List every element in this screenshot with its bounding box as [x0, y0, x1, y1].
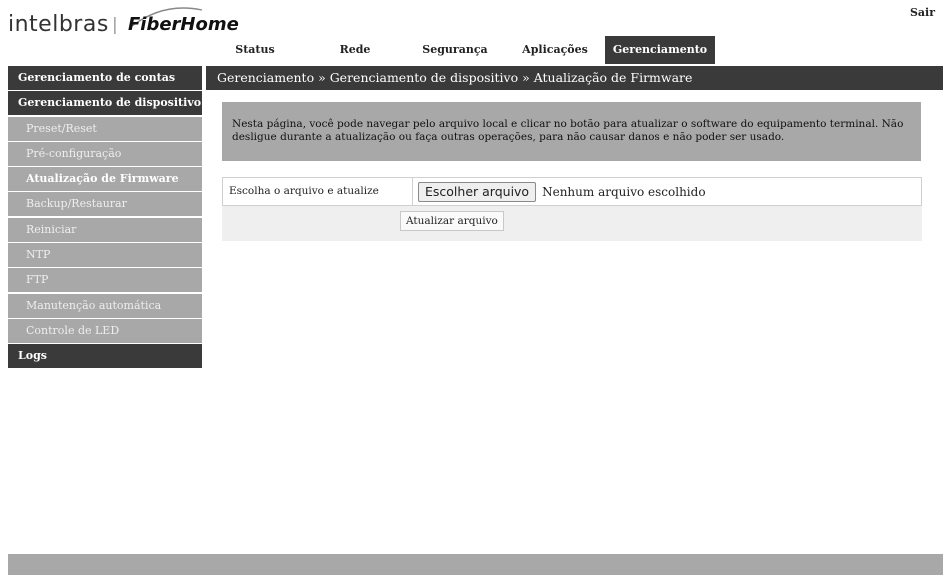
sidebar-item-ntp[interactable]: NTP [8, 243, 202, 268]
sidebar-item-backup-restaurar[interactable]: Backup/Restaurar [8, 192, 202, 217]
tab-rede[interactable]: Rede [305, 36, 405, 64]
logout-link[interactable]: Sair [910, 6, 935, 19]
sidebar-item-logs[interactable]: Logs [8, 344, 202, 369]
tab-aplicacoes[interactable]: Aplicações [505, 36, 605, 64]
fiberhome-wordmark: FiberHome [128, 14, 239, 35]
tab-status[interactable]: Status [205, 36, 305, 64]
file-input[interactable]: Escolher arquivo Nenhum arquivo escolhid… [413, 178, 706, 205]
sidebar-item-pre-configuracao[interactable]: Pré-configuração [8, 141, 202, 166]
tab-seguranca[interactable]: Segurança [405, 36, 505, 64]
footer-bar [8, 554, 943, 575]
sidebar-item-atualizacao-firmware[interactable]: Atualização de Firmware [8, 167, 202, 192]
upload-label: Escolha o arquivo e atualize [223, 178, 413, 205]
logo-separator: | [112, 15, 118, 35]
upload-row: Escolha o arquivo e atualize Escolher ar… [222, 177, 922, 206]
top-navigation: Status Rede Segurança Aplicações Gerenci… [205, 36, 715, 64]
sidebar: Gerenciamento de contas Gerenciamento de… [8, 66, 202, 370]
file-status-text: Nenhum arquivo escolhido [542, 184, 706, 199]
choose-file-button[interactable]: Escolher arquivo [418, 181, 537, 202]
sidebar-item-ftp[interactable]: FTP [8, 268, 202, 293]
sidebar-item-manutencao-automatica[interactable]: Manutenção automática [8, 293, 202, 318]
sidebar-item-controle-led[interactable]: Controle de LED [8, 318, 202, 343]
sidebar-item-gerenciamento-contas[interactable]: Gerenciamento de contas [8, 66, 202, 90]
sidebar-item-preset-reset[interactable]: Preset/Reset [8, 116, 202, 141]
brand-logo: intelbras | FiberHome [8, 7, 239, 44]
sidebar-item-gerenciamento-dispositivo[interactable]: Gerenciamento de dispositivo [8, 91, 202, 116]
intelbras-wordmark: intelbras [8, 12, 109, 37]
update-file-button[interactable]: Atualizar arquivo [400, 211, 504, 231]
tab-gerenciamento[interactable]: Gerenciamento [605, 36, 715, 64]
sidebar-item-reiniciar[interactable]: Reiniciar [8, 217, 202, 242]
breadcrumb: Gerenciamento » Gerenciamento de disposi… [206, 66, 943, 90]
action-row: Atualizar arquivo [222, 206, 922, 241]
info-message: Nesta página, você pode navegar pelo arq… [222, 102, 921, 161]
